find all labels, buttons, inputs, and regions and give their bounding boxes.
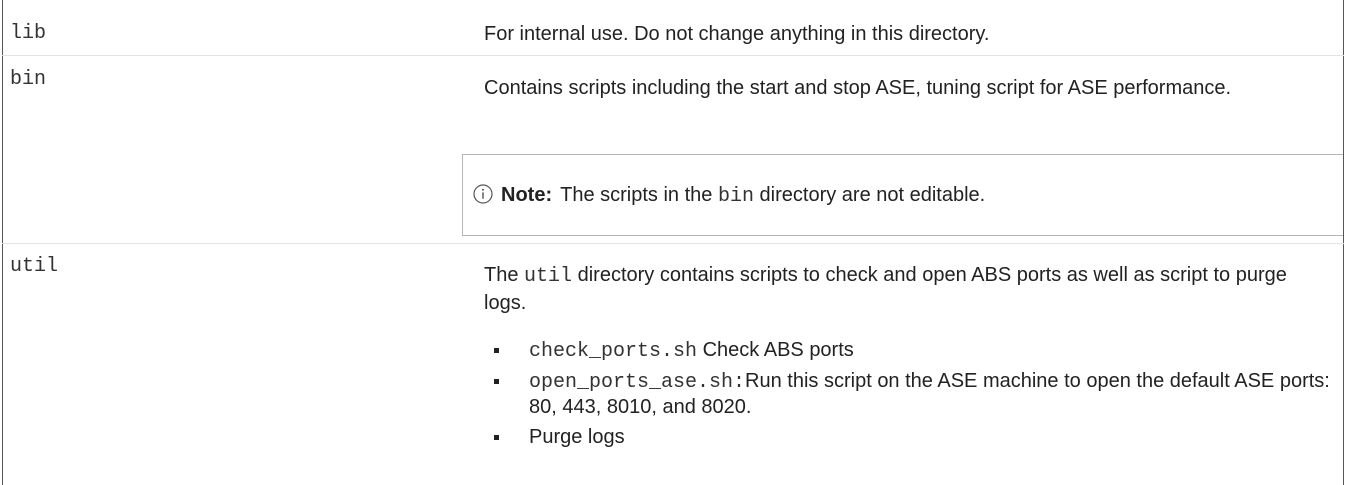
row-divider (2, 243, 1344, 244)
list-item: open_ports_ase.sh:Run this script on the… (484, 369, 1334, 420)
list-item: check_ports.sh Check ABS ports (484, 338, 1334, 364)
script-description: Purge logs (529, 426, 625, 448)
note-text-after: directory are not editable. (759, 184, 986, 206)
note-text-before: The scripts in the (560, 184, 713, 206)
util-script-list: check_ports.sh Check ABS ports open_port… (484, 338, 1334, 455)
directory-description-util: The util directory contains scripts to c… (484, 262, 1334, 317)
directory-description-bin: Contains scripts including the start and… (484, 77, 1232, 99)
note-code-bin: bin (717, 185, 754, 208)
info-circle-icon (473, 184, 493, 204)
directory-name-bin: bin (10, 68, 47, 91)
util-description-after: directory contains scripts to check and … (484, 264, 1287, 314)
directory-name-lib: lib (10, 22, 47, 45)
note-label: Note: (501, 184, 553, 206)
util-description-before: The (484, 264, 519, 286)
script-name: check_ports.sh (529, 340, 698, 363)
bullet-marker (494, 435, 499, 440)
note-content: Note: The scripts in the bin directory ar… (473, 184, 985, 208)
util-description-code: util (524, 265, 573, 288)
bullet-marker (494, 348, 499, 353)
directory-name-util: util (10, 255, 59, 278)
row-divider (2, 55, 1344, 56)
note-box: Note: The scripts in the bin directory ar… (462, 154, 1343, 236)
directory-description-lib: For internal use. Do not change anything… (484, 23, 990, 45)
script-name: open_ports_ase.sh: (529, 371, 746, 394)
bullet-marker (494, 379, 499, 384)
script-description: Check ABS ports (702, 339, 854, 361)
list-item: Purge logs (484, 425, 1334, 450)
